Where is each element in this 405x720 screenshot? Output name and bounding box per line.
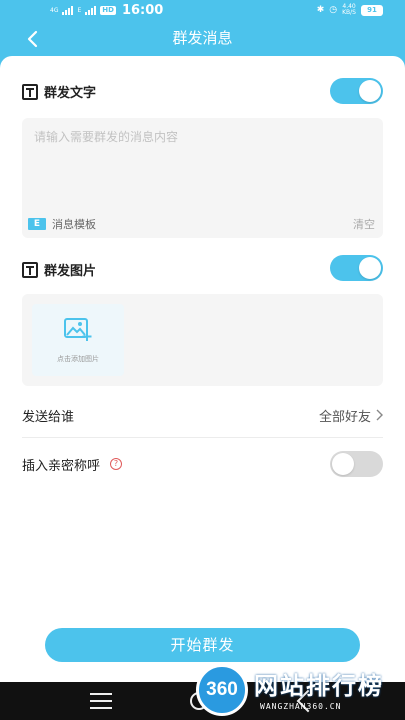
watermark: 360 网站排行榜 WANGZHAN360.CN [196,662,401,720]
toggle-knob [332,453,354,475]
send-to-row[interactable]: 发送给谁 全部好友 [22,391,383,439]
add-image-label: 点击添加图片 [57,355,99,363]
image-type-icon [22,261,38,278]
speed-unit: KB/S [342,9,356,16]
battery-icon: 91 [361,4,383,16]
text-section-header: 群发文字 [22,82,96,101]
text-toggle[interactable] [330,78,383,104]
network-label: 4G [50,6,59,14]
image-section-header: 群发图片 [22,260,96,279]
watermark-title: 网站排行榜 [254,672,384,700]
network-speed: 4.40 KB/S [342,4,356,16]
alarm-icon: ◷ [329,5,338,15]
send-to-value: 全部好友 [318,409,371,425]
message-input[interactable] [34,128,371,208]
nickname-toggle[interactable] [330,451,383,477]
clear-button[interactable]: 清空 [353,216,375,232]
add-image-button[interactable]: 点击添加图片 [32,304,124,376]
chevron-right-icon [376,409,383,421]
signal-icon [62,6,74,15]
watermark-subtitle: WANGZHAN360.CN [260,702,342,711]
status-time: 16:00 [121,3,164,18]
network-label-2: E [77,6,82,14]
image-section-label: 群发图片 [44,264,97,279]
start-broadcast-button[interactable]: 开始群发 [45,628,360,662]
status-bar: 4G E HD 16:00 ✱ ◷ 4.40 KB/S 91 [0,0,405,22]
nickname-label: 插入亲密称呼 [22,458,101,474]
watermark-logo: 360 [196,664,248,716]
add-image-icon [64,318,92,341]
toggle-knob [359,257,381,279]
send-to-label: 发送给谁 [22,409,75,425]
signal-icon-2 [85,6,97,15]
text-type-icon [22,83,38,100]
help-icon[interactable]: ? [110,458,123,470]
nickname-row: 插入亲密称呼 ? [22,440,383,488]
image-toggle[interactable] [330,255,383,281]
page-title: 群发消息 [172,29,233,47]
menu-icon[interactable] [90,693,112,709]
text-section-label: 群发文字 [44,86,97,101]
hd-badge: HD [100,6,116,15]
nav-bar: 群发消息 [0,22,405,56]
toggle-knob [359,80,381,102]
bluetooth-icon: ✱ [316,5,325,15]
image-box: 点击添加图片 [22,294,383,386]
status-left: 4G E HD 16:00 [50,3,163,18]
content-card: 群发文字 E 消息模板 清空 群发图片 点击添加图片 [0,56,405,682]
template-label: 消息模板 [52,218,96,231]
message-template-button[interactable]: E 消息模板 [28,216,96,232]
template-icon: E [28,218,46,230]
divider [22,437,383,438]
status-right: ✱ ◷ 4.40 KB/S 91 [317,4,383,16]
message-box: E 消息模板 清空 [22,118,383,238]
send-to-value-wrap: 全部好友 [319,406,383,425]
